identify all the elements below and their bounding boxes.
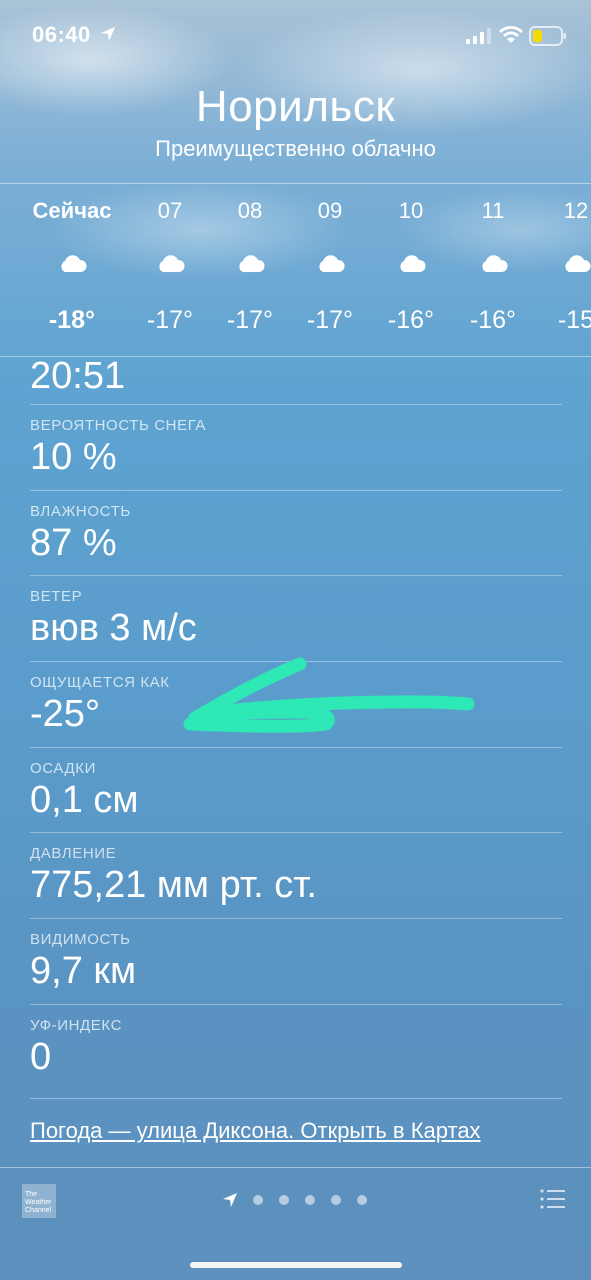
detail-label: ВЕТЕР	[30, 588, 83, 605]
home-indicator[interactable]	[190, 1262, 402, 1268]
details-list[interactable]: 20:51 ВЕРОЯТНОСТЬ СНЕГА 10 % ВЛАЖНОСТЬ 8…	[30, 357, 562, 1097]
page-dot	[253, 1195, 263, 1205]
row-divider	[30, 832, 562, 833]
detail-value: 0	[30, 1036, 52, 1078]
row-divider	[30, 575, 562, 576]
detail-row-pressure: ДАВЛЕНИЕ 775,21 мм рт. ст.	[30, 845, 562, 907]
detail-row-snow-chance: ВЕРОЯТНОСТЬ СНЕГА 10 %	[30, 417, 562, 479]
detail-row-precipitation: ОСАДКИ 0,1 см	[30, 760, 562, 822]
open-in-maps-link[interactable]: Погода — улица Диксона. Открыть в Картах	[30, 1118, 481, 1144]
cellular-signal-icon	[466, 28, 491, 44]
hour-label: 10	[398, 198, 424, 223]
divider	[30, 1098, 562, 1099]
hour-temp: -16°	[387, 306, 435, 334]
page-dot	[305, 1195, 315, 1205]
detail-value: 87 %	[30, 522, 117, 564]
hour-label: 08	[237, 198, 263, 223]
hour-temp: -17°	[226, 306, 274, 334]
detail-value: 20:51	[30, 357, 126, 397]
row-divider	[30, 490, 562, 491]
row-divider	[30, 404, 562, 405]
detail-value: 775,21 мм рт. ст.	[30, 864, 317, 906]
city-name: Норильск	[195, 82, 396, 131]
battery-icon	[529, 26, 566, 46]
location-header: Норильск Преимущественно облачно	[0, 82, 591, 162]
detail-label: ДАВЛЕНИЕ	[30, 845, 117, 862]
cloud-icon	[239, 255, 265, 272]
page-dot	[357, 1195, 367, 1205]
hour-label: 09	[317, 198, 343, 223]
location-arrow-icon	[101, 27, 115, 41]
bottom-toolbar: The Weather Channel	[0, 1168, 591, 1280]
cloud-icon	[319, 255, 345, 272]
hour-label: 07	[157, 198, 183, 223]
detail-row-feels-like: ОЩУЩАЕТСЯ КАК -25°	[30, 674, 562, 736]
detail-label: ВЛАЖНОСТЬ	[30, 503, 131, 520]
status-bar: 06:40	[0, 0, 591, 70]
weather-channel-logo[interactable]: The Weather Channel	[22, 1184, 56, 1218]
cloud-icon	[61, 255, 87, 272]
list-icon[interactable]	[540, 1188, 566, 1210]
detail-value: вюв 3 м/с	[30, 607, 197, 649]
detail-value: 0,1 см	[30, 779, 139, 821]
cloud-icon	[482, 255, 508, 272]
row-divider	[30, 1004, 562, 1005]
wifi-icon	[499, 26, 523, 43]
detail-row-humidity: ВЛАЖНОСТЬ 87 %	[30, 503, 562, 565]
hour-temp: -17°	[146, 306, 194, 334]
detail-label: ВИДИМОСТЬ	[30, 931, 131, 948]
hour-label: Сейчас	[32, 198, 112, 223]
page-dot	[279, 1195, 289, 1205]
row-divider	[30, 918, 562, 919]
detail-label: УФ-ИНДЕКС	[30, 1017, 123, 1034]
detail-label: ВЕРОЯТНОСТЬ СНЕГА	[30, 417, 207, 434]
hour-temp: -18°	[48, 306, 96, 334]
hour-label: 11	[481, 198, 505, 223]
hour-temp: -15	[557, 306, 591, 334]
detail-row-wind: ВЕТЕР вюв 3 м/с	[30, 588, 562, 650]
cloud-icon	[565, 255, 591, 272]
detail-value: 9,7 км	[30, 950, 137, 992]
detail-row-uv-index: УФ-ИНДЕКС 0	[30, 1017, 562, 1079]
detail-row-visibility: ВИДИМОСТЬ 9,7 км	[30, 931, 562, 993]
hour-label: 12	[563, 198, 589, 223]
hour-temp: -17°	[306, 306, 354, 334]
status-time: 06:40	[32, 22, 91, 47]
row-divider	[30, 747, 562, 748]
cloud-icon	[159, 255, 185, 272]
detail-label: ОСАДКИ	[30, 760, 96, 777]
detail-value: -25°	[30, 693, 101, 735]
page-dot	[331, 1195, 341, 1205]
row-divider	[30, 661, 562, 662]
detail-value: 10 %	[30, 436, 117, 478]
hour-temp: -16°	[469, 306, 517, 334]
location-page-icon	[223, 1193, 237, 1207]
weather-condition: Преимущественно облачно	[155, 136, 436, 161]
detail-row-partial: 20:51	[30, 357, 562, 398]
hourly-forecast[interactable]: Сейчас -18° 07 -17° 08 -17° 09 -17° 10 -…	[0, 184, 591, 356]
cloud-icon	[400, 255, 426, 272]
detail-label: ОЩУЩАЕТСЯ КАК	[30, 674, 170, 691]
